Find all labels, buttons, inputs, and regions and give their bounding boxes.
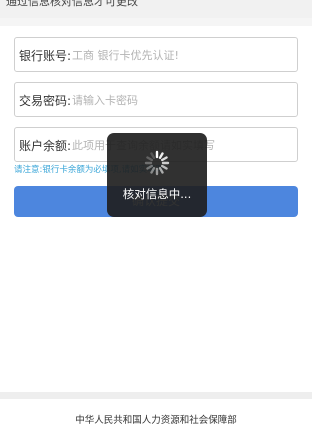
loading-spinner-icon bbox=[144, 150, 170, 176]
balance-label: 账户余额: bbox=[19, 139, 72, 153]
footer-divider bbox=[0, 392, 312, 399]
trade-password-label: 交易密码: bbox=[19, 94, 72, 108]
trade-password-field[interactable]: 交易密码: bbox=[14, 82, 298, 117]
bank-account-input[interactable] bbox=[72, 40, 292, 71]
bank-account-field[interactable]: 银行账号: bbox=[14, 37, 298, 72]
footer-text: 中华人民共和国人力资源和社会保障部 bbox=[75, 415, 237, 426]
loading-toast: 核对信息中... bbox=[107, 133, 207, 217]
section-divider bbox=[0, 18, 312, 26]
bank-account-label: 银行账号: bbox=[19, 49, 72, 63]
top-notice-text: 通过信息核对信息才可更改 bbox=[6, 0, 138, 8]
top-strip: 通过信息核对信息才可更改 bbox=[0, 0, 312, 18]
trade-password-input[interactable] bbox=[72, 85, 292, 116]
loading-message: 核对信息中... bbox=[122, 187, 192, 201]
